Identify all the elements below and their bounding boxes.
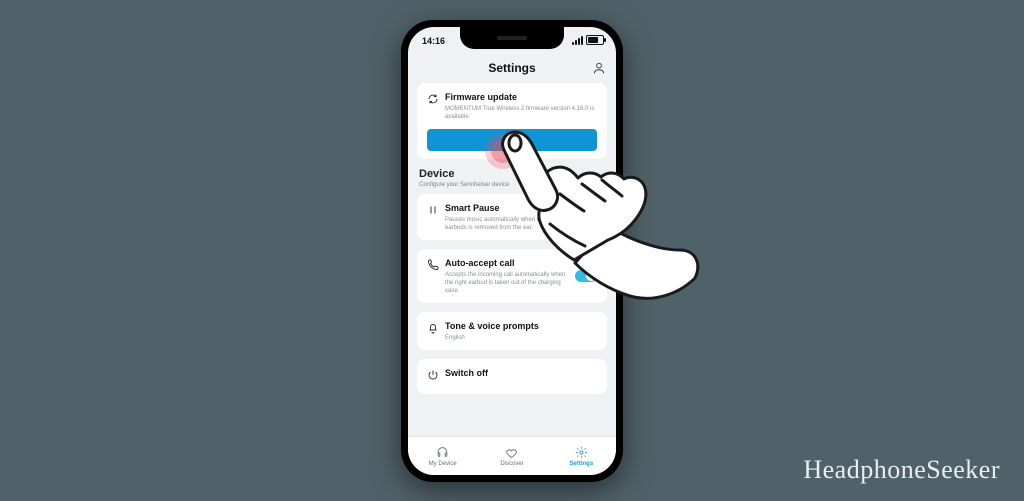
tab-my-device-label: My Device [429,461,457,467]
tab-bar: My Device Discover Settings [408,436,616,475]
notch [460,27,564,49]
tab-discover[interactable]: Discover [477,437,546,475]
hand-cursor-illustration [490,128,700,328]
pause-icon [427,203,439,221]
switch-off-title: Switch off [445,367,597,379]
bell-icon [427,321,439,339]
page-title: Settings [488,61,535,75]
page-header: Settings [408,53,616,83]
watermark: HeadphoneSeeker [803,455,1000,485]
tab-settings-label: Settings [569,461,593,467]
switch-off-card[interactable]: Switch off [417,359,607,394]
firmware-title: Firmware update [445,91,597,103]
phone-icon [427,258,439,276]
firmware-subtitle: MOMENTUM True Wireless 2 firmware versio… [445,105,597,121]
power-icon [427,368,439,386]
battery-icon [586,35,604,45]
profile-icon[interactable] [592,61,606,75]
signal-icon [572,36,583,45]
refresh-icon [427,92,439,110]
tab-settings[interactable]: Settings [547,437,616,475]
tab-discover-label: Discover [500,461,523,467]
tone-subtitle: English [445,334,597,342]
tab-my-device[interactable]: My Device [408,437,477,475]
status-time: 14:16 [422,36,445,46]
status-right [572,35,604,45]
